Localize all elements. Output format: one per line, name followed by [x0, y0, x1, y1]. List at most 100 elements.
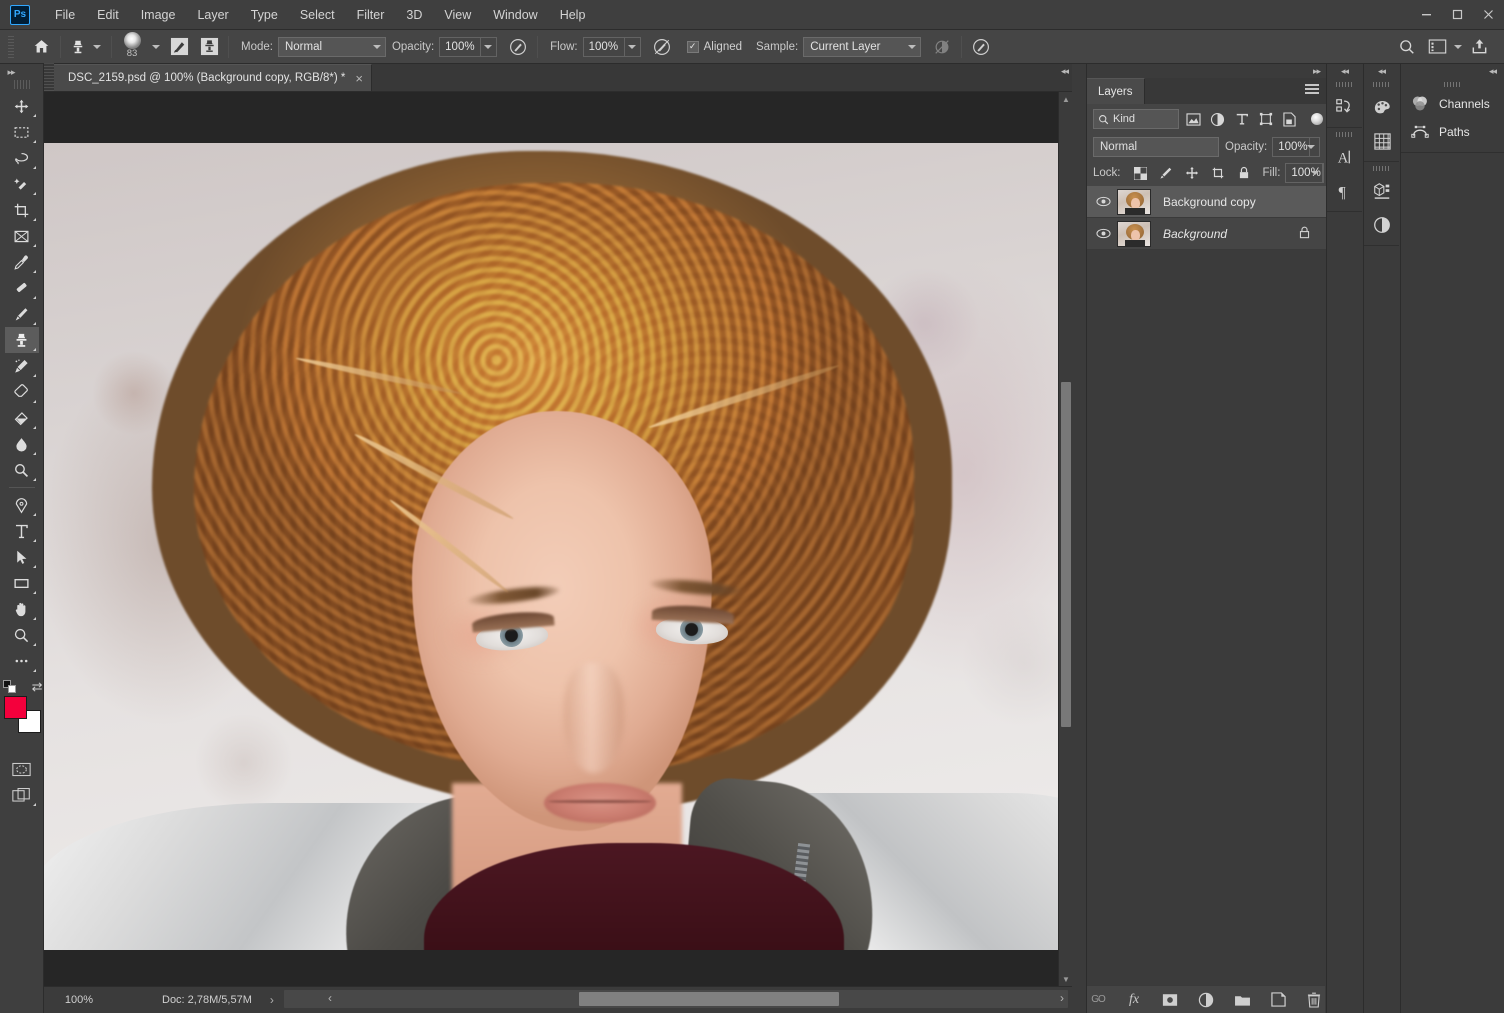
layer-thumbnail[interactable]: [1117, 221, 1151, 247]
gradient-tool[interactable]: [5, 405, 39, 431]
horizontal-scrollbar[interactable]: [284, 990, 1068, 1008]
sample-select[interactable]: Current Layer: [803, 37, 921, 57]
workspace-switcher-icon[interactable]: [1424, 34, 1450, 60]
new-adjustment-layer-icon[interactable]: [1197, 990, 1216, 1009]
rail-grip[interactable]: [1364, 162, 1399, 174]
rail-grip[interactable]: [1327, 78, 1362, 90]
options-bar-grip[interactable]: [8, 36, 14, 58]
layer-opacity-slider-button[interactable]: [1310, 137, 1320, 157]
dock-collapse-icon[interactable]: ▸▸: [1087, 64, 1326, 78]
default-colors-icon[interactable]: [3, 680, 17, 694]
history-icon[interactable]: [1327, 90, 1363, 124]
color-swatches[interactable]: ⇄: [3, 696, 41, 734]
flow-slider-button[interactable]: [625, 37, 641, 57]
dodge-tool[interactable]: [5, 457, 39, 483]
document-tab[interactable]: DSC_2159.psd @ 100% (Background copy, RG…: [54, 64, 372, 91]
scroll-up-arrow-icon[interactable]: ▲: [1059, 92, 1073, 106]
layer-visibility-icon[interactable]: [1093, 228, 1113, 239]
scroll-right-arrow-icon[interactable]: ›: [1060, 991, 1064, 1005]
menu-layer[interactable]: Layer: [186, 4, 239, 26]
menu-select[interactable]: Select: [289, 4, 346, 26]
menu-edit[interactable]: Edit: [86, 4, 130, 26]
rail-grip[interactable]: [1327, 128, 1362, 140]
color-swatches-icon[interactable]: [1364, 90, 1400, 124]
zoom-level[interactable]: 100%: [44, 994, 106, 1006]
workspace-dropdown[interactable]: [1450, 37, 1466, 57]
brush-preset-picker[interactable]: 83: [118, 32, 146, 62]
edit-toolbar-ellipsis-icon[interactable]: [5, 648, 39, 674]
layer-opacity-input[interactable]: 100%: [1272, 137, 1310, 157]
table-row[interactable]: Background: [1087, 218, 1326, 250]
filter-type-icon[interactable]: [1233, 111, 1250, 128]
rail-grip[interactable]: [1364, 78, 1399, 90]
menu-filter[interactable]: Filter: [346, 4, 396, 26]
pen-tool[interactable]: [5, 492, 39, 518]
tool-preset-dropdown[interactable]: [89, 37, 105, 57]
collapse-to-icons-icon[interactable]: ◂◂: [1401, 64, 1504, 78]
document-image[interactable]: [44, 143, 1067, 950]
path-selection-tool[interactable]: [5, 544, 39, 570]
menu-type[interactable]: Type: [240, 4, 289, 26]
vertical-scroll-thumb[interactable]: [1061, 382, 1071, 727]
menu-view[interactable]: View: [433, 4, 482, 26]
collapse-to-icons-icon[interactable]: ◂◂: [1364, 64, 1399, 78]
home-icon[interactable]: [28, 34, 54, 60]
panel-item-channels[interactable]: Channels: [1401, 90, 1504, 118]
search-icon[interactable]: [1394, 34, 1420, 60]
blend-mode-select[interactable]: Normal: [278, 37, 386, 57]
brush-tool[interactable]: [5, 301, 39, 327]
canvas-area[interactable]: [44, 92, 1072, 986]
link-layers-icon[interactable]: GO: [1089, 990, 1108, 1009]
aligned-checkbox[interactable]: ✓ Aligned: [687, 41, 742, 53]
eyedropper-tool[interactable]: [5, 249, 39, 275]
swatches-grid-icon[interactable]: [1364, 124, 1400, 158]
adjustments-icon[interactable]: [1364, 208, 1400, 242]
panel-menu-icon[interactable]: [1305, 84, 1319, 96]
filter-kind-select[interactable]: Kind: [1093, 109, 1179, 129]
move-tool[interactable]: [5, 93, 39, 119]
frame-tool[interactable]: [5, 223, 39, 249]
menu-window[interactable]: Window: [482, 4, 548, 26]
lock-transparent-pixels-icon[interactable]: [1132, 165, 1149, 182]
pressure-size-icon[interactable]: [968, 34, 994, 60]
hand-tool[interactable]: [5, 596, 39, 622]
clone-source-icon[interactable]: [196, 34, 222, 60]
type-tool[interactable]: [5, 518, 39, 544]
rectangle-tool[interactable]: [5, 570, 39, 596]
airbrush-icon[interactable]: [649, 34, 675, 60]
layer-blend-mode-select[interactable]: Normal: [1093, 137, 1219, 157]
paragraph-icon[interactable]: ¶: [1327, 174, 1363, 208]
status-expand-arrow-icon[interactable]: ›: [270, 993, 274, 1007]
collapse-to-icons-icon[interactable]: ◂◂: [1327, 64, 1362, 78]
blur-tool[interactable]: [5, 431, 39, 457]
quick-mask-icon[interactable]: [5, 756, 39, 782]
spot-healing-brush-tool[interactable]: [5, 275, 39, 301]
menu-file[interactable]: File: [44, 4, 86, 26]
close-tab-icon[interactable]: ×: [355, 72, 363, 85]
filter-smart-object-icon[interactable]: [1281, 111, 1298, 128]
tabstrip-grip[interactable]: [44, 63, 54, 91]
crop-tool[interactable]: [5, 197, 39, 223]
menu-help[interactable]: Help: [549, 4, 597, 26]
panel-item-paths[interactable]: Paths: [1401, 118, 1504, 146]
brush-preset-dropdown[interactable]: [146, 37, 164, 57]
lock-artboard-nesting-icon[interactable]: [1210, 165, 1227, 182]
filter-toggle-icon[interactable]: [1311, 113, 1323, 125]
lock-position-icon[interactable]: [1184, 165, 1201, 182]
character-icon[interactable]: A: [1327, 140, 1363, 174]
history-brush-tool[interactable]: [5, 353, 39, 379]
brush-panel-icon[interactable]: [166, 34, 192, 60]
new-layer-icon[interactable]: [1269, 990, 1288, 1009]
maximize-button[interactable]: [1442, 0, 1473, 28]
foreground-color-swatch[interactable]: [4, 696, 27, 719]
menu-image[interactable]: Image: [130, 4, 187, 26]
screen-mode-icon[interactable]: [5, 782, 39, 808]
lock-all-icon[interactable]: [1236, 165, 1253, 182]
3d-properties-icon[interactable]: [1364, 174, 1400, 208]
opacity-slider-button[interactable]: [481, 37, 497, 57]
new-group-icon[interactable]: [1233, 990, 1252, 1009]
layer-style-fx-icon[interactable]: fx: [1125, 990, 1144, 1009]
scroll-left-arrow-icon[interactable]: ‹: [328, 991, 332, 1005]
swap-colors-icon[interactable]: ⇄: [32, 679, 43, 695]
canvas-vertical-scrollbar[interactable]: ▲ ▼: [1058, 92, 1072, 986]
